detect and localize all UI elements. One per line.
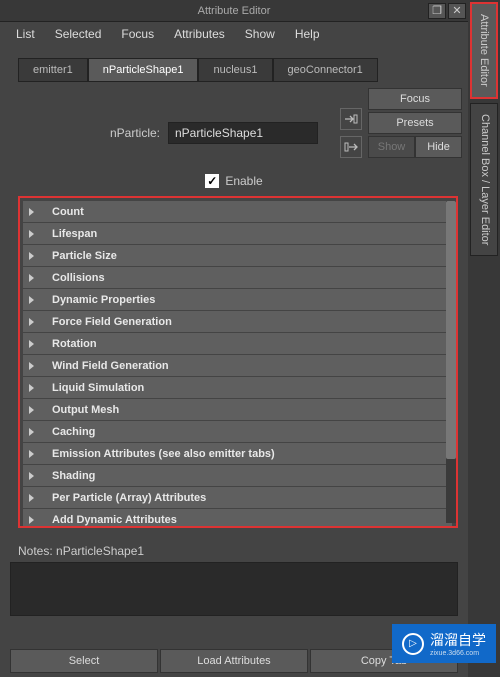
chevron-right-icon xyxy=(29,318,34,326)
tab-geoconnector1[interactable]: geoConnector1 xyxy=(273,58,378,82)
section-emission-attributes[interactable]: Emission Attributes (see also emitter ta… xyxy=(23,443,452,464)
chevron-right-icon xyxy=(29,274,34,282)
section-shading[interactable]: Shading xyxy=(23,465,452,486)
chevron-right-icon xyxy=(29,384,34,392)
chevron-right-icon xyxy=(29,472,34,480)
section-particle-size[interactable]: Particle Size xyxy=(23,245,452,266)
section-add-dynamic-attributes[interactable]: Add Dynamic Attributes xyxy=(23,509,452,528)
chevron-right-icon xyxy=(29,428,34,436)
chevron-right-icon xyxy=(29,450,34,458)
section-lifespan[interactable]: Lifespan xyxy=(23,223,452,244)
chevron-right-icon xyxy=(29,406,34,414)
side-tabs: Attribute Editor Channel Box / Layer Edi… xyxy=(468,0,500,677)
chevron-right-icon xyxy=(29,296,34,304)
menu-list[interactable]: List xyxy=(8,24,43,44)
bottom-buttons: Select Load Attributes Copy Tab xyxy=(10,649,458,673)
section-dynamic-properties[interactable]: Dynamic Properties xyxy=(23,289,452,310)
chevron-right-icon xyxy=(29,362,34,370)
section-per-particle-attributes[interactable]: Per Particle (Array) Attributes xyxy=(23,487,452,508)
enable-row: ✓ Enable xyxy=(0,174,468,188)
hide-button[interactable]: Hide xyxy=(415,136,462,158)
section-collisions[interactable]: Collisions xyxy=(23,267,452,288)
tab-emitter1[interactable]: emitter1 xyxy=(18,58,88,82)
go-input-icon[interactable] xyxy=(340,108,362,130)
chevron-right-icon xyxy=(29,516,34,524)
node-type-label: nParticle: xyxy=(60,126,160,140)
menu-selected[interactable]: Selected xyxy=(47,24,110,44)
notes-textarea[interactable] xyxy=(10,562,458,616)
node-name-input[interactable] xyxy=(168,122,318,144)
menubar: List Selected Focus Attributes Show Help xyxy=(0,22,468,46)
chevron-right-icon xyxy=(29,340,34,348)
enable-checkbox[interactable]: ✓ xyxy=(205,174,219,188)
focus-button[interactable]: Focus xyxy=(368,88,462,110)
section-force-field-generation[interactable]: Force Field Generation xyxy=(23,311,452,332)
presets-button[interactable]: Presets xyxy=(368,112,462,134)
chevron-right-icon xyxy=(29,252,34,260)
sections-highlight: Count Lifespan Particle Size Collisions … xyxy=(18,196,458,528)
notes-label: Notes: nParticleShape1 xyxy=(18,544,468,558)
chevron-right-icon xyxy=(29,208,34,216)
watermark-text: 溜溜自学 xyxy=(430,632,486,648)
menu-help[interactable]: Help xyxy=(287,24,328,44)
right-buttons: Focus Presets Show Hide xyxy=(368,88,462,158)
menu-attributes[interactable]: Attributes xyxy=(166,24,233,44)
select-button[interactable]: Select xyxy=(10,649,158,673)
watermark: ▷ 溜溜自学 zixue.3d66.com xyxy=(392,624,496,663)
side-tab-attribute-editor[interactable]: Attribute Editor xyxy=(470,2,498,99)
scroll-thumb[interactable] xyxy=(446,201,456,459)
chevron-right-icon xyxy=(29,494,34,502)
side-tab-channel-box[interactable]: Channel Box / Layer Editor xyxy=(470,103,498,256)
show-button[interactable]: Show xyxy=(368,136,415,158)
node-tabs: emitter1 nParticleShape1 nucleus1 geoCon… xyxy=(0,46,468,82)
chevron-right-icon xyxy=(29,230,34,238)
enable-label: Enable xyxy=(225,174,262,188)
section-output-mesh[interactable]: Output Mesh xyxy=(23,399,452,420)
tab-nucleus1[interactable]: nucleus1 xyxy=(198,58,272,82)
watermark-sub: zixue.3d66.com xyxy=(430,650,486,657)
menu-focus[interactable]: Focus xyxy=(113,24,162,44)
section-liquid-simulation[interactable]: Liquid Simulation xyxy=(23,377,452,398)
go-output-icon[interactable] xyxy=(340,136,362,158)
menu-show[interactable]: Show xyxy=(237,24,283,44)
close-icon[interactable]: ✕ xyxy=(448,3,466,19)
section-rotation[interactable]: Rotation xyxy=(23,333,452,354)
scrollbar[interactable] xyxy=(446,201,456,523)
restore-icon[interactable]: ❐ xyxy=(428,3,446,19)
play-icon: ▷ xyxy=(402,633,424,655)
section-wind-field-generation[interactable]: Wind Field Generation xyxy=(23,355,452,376)
titlebar: Attribute Editor ❐ ✕ xyxy=(0,0,468,22)
section-count[interactable]: Count xyxy=(23,201,452,222)
section-caching[interactable]: Caching xyxy=(23,421,452,442)
window-title: Attribute Editor xyxy=(198,5,271,17)
tab-nparticleshape1[interactable]: nParticleShape1 xyxy=(88,58,199,82)
load-attributes-button[interactable]: Load Attributes xyxy=(160,649,308,673)
